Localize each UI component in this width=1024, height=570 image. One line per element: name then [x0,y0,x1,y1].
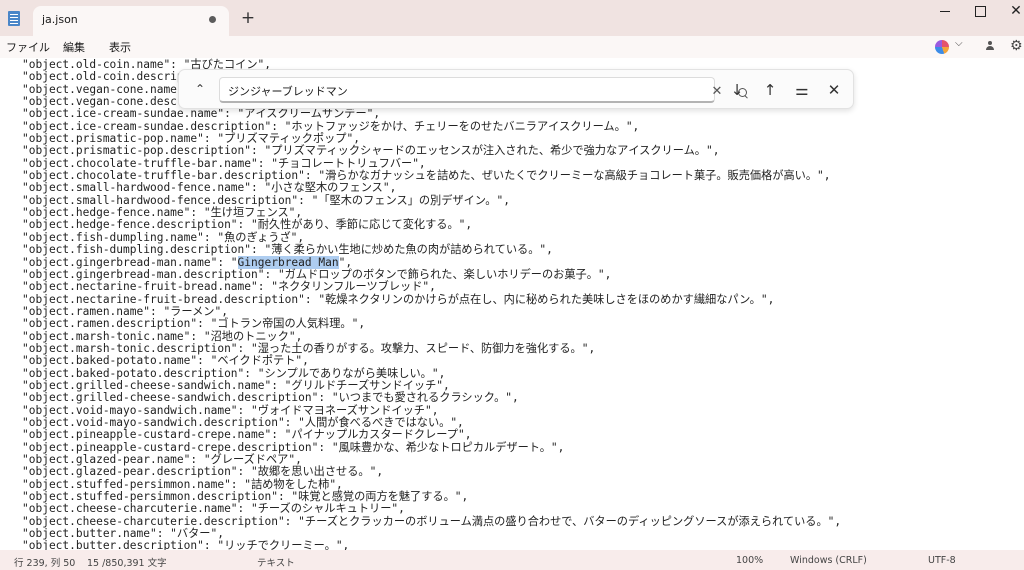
search-match-highlight: Gingerbread Man [237,255,339,269]
menu-view[interactable]: 表示 [109,39,131,55]
find-input[interactable]: ジンジャーブレッドマン ✕ [219,77,747,103]
menu-bar: ファイル 編集 表示 [0,36,1024,58]
status-bar: 行 239, 列 50 15 /850,391 文字 テキスト 100% Win… [0,550,1024,570]
chevron-down-icon[interactable]: ⌵ [955,38,963,49]
find-bar: ⌃ ジンジャーブレッドマン ✕ ↓ ↑ ⚌ ✕ [178,69,854,109]
line-ending[interactable]: Windows (CRLF) [790,555,867,566]
encoding[interactable]: UTF-8 [928,555,956,566]
text-mode: テキスト [257,558,295,569]
title-bar: ja.json + ✕ [0,0,1024,36]
collapse-replace-button[interactable]: ⌃ [191,79,209,99]
editor-line: "object.ramen.description": "ゴトラン帝国の人気料理… [22,317,366,331]
editor-line: "object.small-hardwood-fence.name": "小さな… [22,181,397,195]
character-count: 15 /850,391 文字 [87,558,167,569]
zoom-level[interactable]: 100% [736,555,763,566]
editor-line: "object.baked-potato.name": "ベイクドポテト", [22,354,309,368]
editor-line: "object.gingerbread-man.name": "Gingerbr… [22,255,841,269]
line-text: "object.gingerbread-man.name": " [22,255,238,269]
minimize-button[interactable] [925,0,965,22]
editor-line: "object.glazed-pear.description": "故郷を思い… [22,465,384,479]
menu-file[interactable]: ファイル [6,39,50,55]
editor-lines: "object.old-coin.name": "古びたコイン", "object… [22,58,841,550]
gear-icon[interactable]: ⚙ [1010,38,1023,54]
line-text: ", [338,255,353,269]
editor-line: "object.pineapple-custard-crepe.name": "… [22,428,472,442]
editor-line: "object.hedge-fence.description": "耐久性があ… [22,218,473,232]
close-find-button[interactable]: ✕ [823,79,845,101]
copilot-icon[interactable] [935,40,949,54]
text-editor[interactable]: "object.old-coin.name": "古びたコイン", "object… [0,58,1024,550]
unsaved-dot-icon[interactable] [209,16,216,23]
search-options-button[interactable]: ⚌ [791,79,813,101]
editor-line: "object.grilled-cheese-sandwich.descript… [22,391,519,405]
notepad-app-icon [8,11,20,26]
tab-title: ja.json [42,13,78,26]
editor-line: "object.prismatic-pop.description": "プリズ… [22,144,720,158]
cursor-position: 行 239, 列 50 [14,558,76,569]
editor-line: "object.butter.description": "リッチでクリーミー。… [22,539,350,550]
menu-edit[interactable]: 編集 [63,39,85,55]
find-query: ジンジャーブレッドマン [228,85,348,98]
account-icon[interactable] [985,41,995,51]
editor-line: "object.cheese-charcuterie.name": "チーズのシ… [22,502,405,516]
editor-line: "object.ice-cream-sundae.name": "アイスクリーム… [22,107,381,121]
close-window-button[interactable]: ✕ [996,0,1024,22]
maximize-button[interactable] [960,0,1000,22]
clear-icon[interactable]: ✕ [710,84,724,99]
find-previous-button[interactable]: ↑ [759,79,781,101]
editor-line: "object.nectarine-fruit-bread.name": "ネク… [22,280,436,294]
new-tab-button[interactable]: + [239,8,257,28]
tab-ja-json[interactable]: ja.json [33,6,229,36]
find-next-button[interactable]: ↓ [726,79,748,101]
